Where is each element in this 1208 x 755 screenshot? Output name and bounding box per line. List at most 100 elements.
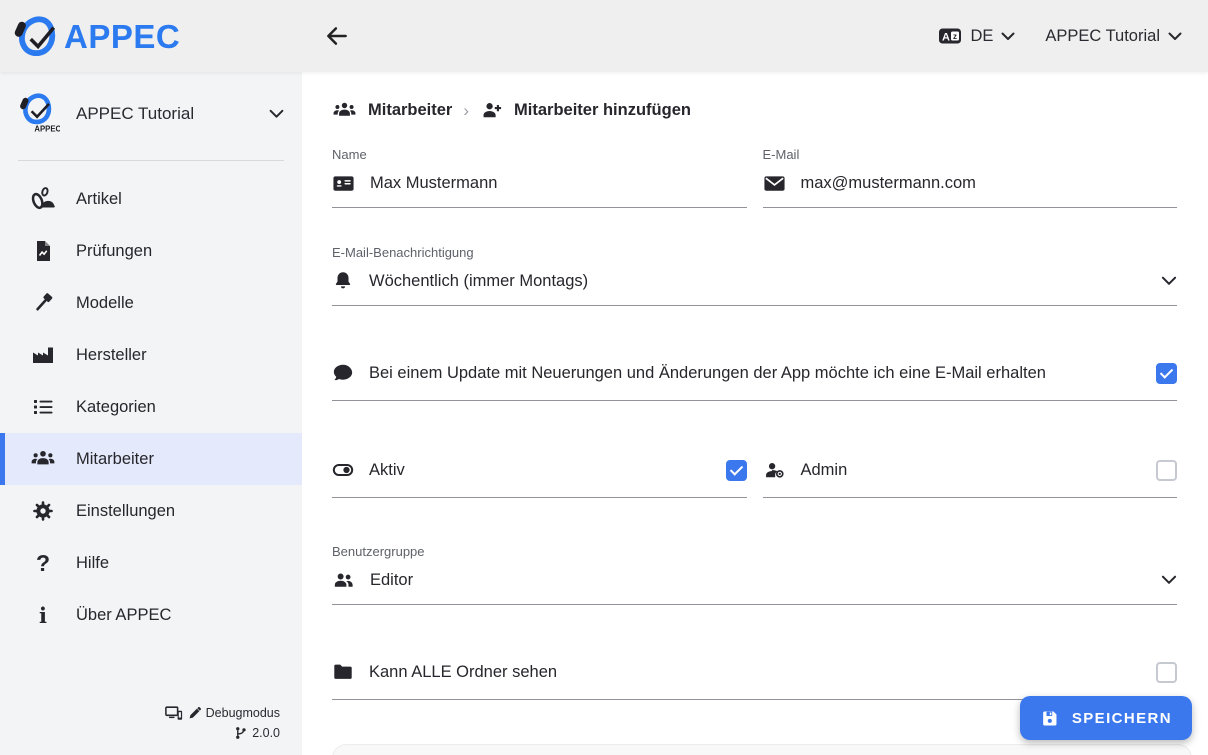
chevron-down-icon [1001, 32, 1015, 41]
aktiv-checkbox[interactable] [726, 460, 747, 481]
user-group-label: Benutzergruppe [332, 544, 1177, 559]
admin-checkbox[interactable] [1156, 460, 1177, 481]
sidebar-divider [18, 160, 284, 161]
hammer-icon [30, 291, 56, 315]
all-folders-checkbox[interactable] [1156, 662, 1177, 683]
next-section-card [332, 744, 1192, 755]
email-value[interactable]: max@mustermann.com [801, 174, 976, 193]
main-content: Mitarbeiter › Mitarbeiter hinzufügen Nam… [302, 72, 1208, 755]
chevron-down-icon[interactable] [1161, 575, 1177, 585]
appec-small-logo-icon: APPEC [16, 92, 60, 136]
workspace-switcher[interactable]: APPEC APPEC Tutorial [0, 72, 302, 136]
workspace-name: APPEC Tutorial [76, 104, 253, 124]
toggle-on-icon [332, 459, 354, 481]
aktiv-toggle-row[interactable]: Aktiv [332, 457, 747, 498]
people-icon [332, 98, 357, 123]
sidebar-item-modelle[interactable]: Modelle [0, 277, 302, 329]
appec-logo-icon [14, 13, 60, 59]
person-plus-icon [480, 99, 503, 122]
envelope-icon [763, 172, 786, 195]
back-button[interactable] [318, 17, 356, 55]
question-mark-icon: ? [30, 552, 56, 575]
all-folders-row[interactable]: Kann ALLE Ordner sehen [332, 659, 1177, 700]
inspection-file-icon [30, 239, 56, 263]
sidebar-item-label: Mitarbeiter [76, 450, 154, 469]
top-bar: APPEC A z DE APPEC Tutorial [0, 0, 1208, 72]
breadcrumb-separator: › [463, 101, 469, 121]
sidebar: APPEC APPEC Tutorial Artikel [0, 72, 302, 755]
sidebar-item-pruefungen[interactable]: Prüfungen [0, 225, 302, 277]
breadcrumb: Mitarbeiter › Mitarbeiter hinzufügen [332, 98, 1177, 123]
factory-icon [30, 343, 56, 367]
chevron-down-icon [1168, 32, 1182, 41]
devices-icon [165, 706, 183, 721]
notification-label: E-Mail-Benachrichtigung [332, 245, 1177, 260]
svg-text:z: z [953, 32, 957, 41]
sidebar-item-label: Modelle [76, 294, 134, 313]
save-button-label: SPEICHERN [1072, 710, 1172, 727]
gear-icon [30, 499, 56, 523]
notification-select[interactable]: E-Mail-Benachrichtigung Wöchentlich (imm… [332, 245, 1177, 306]
email-label: E-Mail [763, 147, 1178, 162]
update-optin-checkbox[interactable] [1156, 363, 1177, 384]
all-folders-label: Kann ALLE Ordner sehen [369, 663, 557, 682]
save-button[interactable]: SPEICHERN [1020, 696, 1192, 740]
sidebar-item-label: Artikel [76, 190, 122, 209]
sidebar-item-einstellungen[interactable]: Einstellungen [0, 485, 302, 537]
sidebar-item-mitarbeiter[interactable]: Mitarbeiter [0, 433, 302, 485]
update-optin-label: Bei einem Update mit Neuerungen und Ände… [369, 364, 1046, 383]
brand-name: APPEC [64, 20, 180, 53]
breadcrumb-current: Mitarbeiter hinzufügen [514, 101, 691, 120]
debug-mode-label: Debugmodus [206, 704, 280, 723]
folder-icon [332, 661, 354, 683]
person-gear-icon [763, 459, 786, 482]
sidebar-item-hersteller[interactable]: Hersteller [0, 329, 302, 381]
sidebar-item-label: Hersteller [76, 346, 147, 365]
svg-text:A: A [942, 32, 950, 44]
language-label: DE [970, 27, 993, 46]
user-group-value: Editor [370, 571, 413, 590]
sidebar-item-label: Hilfe [76, 554, 109, 573]
sidebar-item-label: Einstellungen [76, 502, 175, 521]
climbing-equipment-icon [30, 186, 56, 213]
group-icon [332, 569, 355, 592]
sidebar-item-kategorien[interactable]: Kategorien [0, 381, 302, 433]
chevron-down-icon [269, 109, 284, 119]
git-branch-icon [234, 726, 247, 740]
sidebar-item-label: Prüfungen [76, 242, 152, 261]
chevron-down-icon[interactable] [1161, 276, 1177, 286]
app-version: 2.0.0 [252, 724, 280, 743]
language-selector[interactable]: A z DE [938, 24, 1015, 48]
name-label: Name [332, 147, 747, 162]
list-icon [30, 395, 56, 419]
account-label: APPEC Tutorial [1045, 27, 1160, 46]
update-optin-row[interactable]: Bei einem Update mit Neuerungen und Ände… [332, 360, 1177, 401]
people-icon [30, 446, 56, 472]
sidebar-item-label: Kategorien [76, 398, 156, 417]
name-value[interactable]: Max Mustermann [370, 174, 497, 193]
info-icon: i [30, 605, 56, 626]
sidebar-item-label: Über APPEC [76, 606, 171, 625]
admin-row[interactable]: Admin [763, 457, 1178, 498]
aktiv-label: Aktiv [369, 461, 405, 480]
topbar-actions: A z DE APPEC Tutorial [938, 24, 1208, 48]
aktiv-admin-row: Aktiv Admin [332, 457, 1177, 498]
name-field[interactable]: Name Max Mustermann [332, 147, 747, 208]
bell-icon [332, 270, 354, 292]
id-card-icon [332, 172, 355, 195]
sidebar-footer: Debugmodus 2.0.0 [165, 704, 280, 743]
account-menu[interactable]: APPEC Tutorial [1045, 27, 1182, 46]
sidebar-item-artikel[interactable]: Artikel [0, 173, 302, 225]
breadcrumb-parent[interactable]: Mitarbeiter [368, 101, 452, 120]
user-group-select[interactable]: Benutzergruppe Editor [332, 544, 1177, 605]
email-field[interactable]: E-Mail max@mustermann.com [763, 147, 1178, 208]
notification-value: Wöchentlich (immer Montags) [369, 272, 588, 291]
chat-bubble-icon [332, 362, 354, 384]
app-logo: APPEC [0, 13, 302, 59]
admin-label: Admin [801, 461, 848, 480]
save-floppy-icon [1040, 709, 1059, 728]
name-email-row: Name Max Mustermann E-Mail [332, 147, 1177, 208]
sidebar-item-ueber-appec[interactable]: i Über APPEC [0, 589, 302, 641]
sidebar-item-hilfe[interactable]: ? Hilfe [0, 537, 302, 589]
svg-text:APPEC: APPEC [34, 124, 60, 133]
